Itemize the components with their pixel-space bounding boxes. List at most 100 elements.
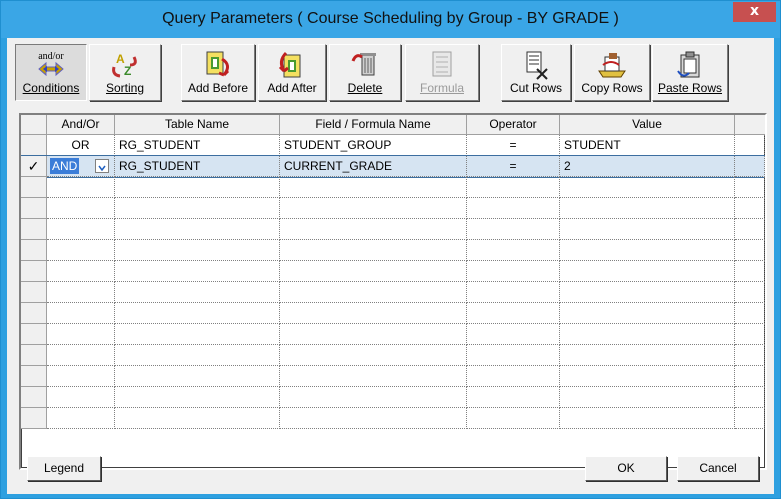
empty-cell[interactable] <box>735 219 765 240</box>
empty-cell[interactable] <box>280 261 467 282</box>
empty-cell[interactable] <box>115 219 280 240</box>
sorting-button[interactable]: A Z Sorting <box>89 44 161 101</box>
empty-cell[interactable] <box>115 387 280 408</box>
empty-table-row[interactable] <box>21 408 765 429</box>
empty-cell[interactable] <box>467 345 560 366</box>
empty-cell[interactable] <box>560 303 735 324</box>
value-cell[interactable]: 2 <box>560 156 735 177</box>
empty-cell[interactable] <box>735 303 765 324</box>
and-or-dropdown[interactable]: AND <box>47 156 115 177</box>
empty-table-row[interactable] <box>21 219 765 240</box>
empty-cell[interactable] <box>467 387 560 408</box>
empty-cell[interactable] <box>735 177 765 198</box>
empty-cell[interactable] <box>560 261 735 282</box>
table-name-cell[interactable]: RG_STUDENT <box>115 135 280 156</box>
empty-table-row[interactable] <box>21 324 765 345</box>
empty-cell[interactable] <box>467 198 560 219</box>
empty-table-row[interactable] <box>21 177 765 198</box>
row-selector[interactable] <box>21 303 47 324</box>
column-header-table-name[interactable]: Table Name <box>115 115 280 135</box>
empty-cell[interactable] <box>47 366 115 387</box>
empty-cell[interactable] <box>280 387 467 408</box>
empty-table-row[interactable] <box>21 345 765 366</box>
empty-cell[interactable] <box>280 240 467 261</box>
empty-cell[interactable] <box>735 282 765 303</box>
current-row-check-icon[interactable]: ✓ <box>21 156 47 177</box>
table-name-cell[interactable]: RG_STUDENT <box>115 156 280 177</box>
empty-cell[interactable] <box>280 303 467 324</box>
add-after-button[interactable]: Add After <box>258 44 326 101</box>
empty-table-row[interactable] <box>21 198 765 219</box>
conditions-grid[interactable]: And/Or Table Name Field / Formula Name O… <box>19 113 767 470</box>
conditions-button[interactable]: and/or Conditions <box>15 44 87 101</box>
empty-cell[interactable] <box>467 219 560 240</box>
empty-cell[interactable] <box>47 177 115 198</box>
empty-cell[interactable] <box>560 324 735 345</box>
empty-cell[interactable] <box>735 366 765 387</box>
empty-cell[interactable] <box>560 219 735 240</box>
empty-cell[interactable] <box>560 198 735 219</box>
row-selector[interactable] <box>21 177 47 198</box>
column-header-field-name[interactable]: Field / Formula Name <box>280 115 467 135</box>
column-header-value[interactable]: Value <box>560 115 735 135</box>
empty-cell[interactable] <box>280 345 467 366</box>
empty-cell[interactable] <box>47 408 115 429</box>
ok-button[interactable]: OK <box>585 456 667 481</box>
empty-cell[interactable] <box>115 261 280 282</box>
value-cell[interactable]: STUDENT <box>560 135 735 156</box>
empty-cell[interactable] <box>280 198 467 219</box>
empty-cell[interactable] <box>467 303 560 324</box>
empty-cell[interactable] <box>47 324 115 345</box>
formula-button[interactable]: Formula <box>405 44 479 101</box>
empty-cell[interactable] <box>115 324 280 345</box>
table-row-current[interactable]: ✓ AND RG_STUDENT CURRENT_GRADE = 2 <box>21 155 765 178</box>
field-name-cell[interactable]: STUDENT_GROUP <box>280 135 467 156</box>
empty-cell[interactable] <box>735 387 765 408</box>
empty-cell[interactable] <box>560 387 735 408</box>
empty-table-row[interactable] <box>21 303 765 324</box>
legend-button[interactable]: Legend <box>27 456 101 481</box>
row-selector[interactable] <box>21 240 47 261</box>
row-selector[interactable] <box>21 366 47 387</box>
empty-cell[interactable] <box>47 345 115 366</box>
empty-cell[interactable] <box>115 198 280 219</box>
copy-rows-button[interactable]: Copy Rows <box>574 44 650 101</box>
empty-cell[interactable] <box>735 240 765 261</box>
empty-cell[interactable] <box>280 177 467 198</box>
empty-cell[interactable] <box>467 261 560 282</box>
empty-cell[interactable] <box>47 282 115 303</box>
cut-rows-button[interactable]: Cut Rows <box>501 44 571 101</box>
empty-cell[interactable] <box>560 177 735 198</box>
empty-cell[interactable] <box>735 261 765 282</box>
empty-cell[interactable] <box>560 282 735 303</box>
empty-cell[interactable] <box>115 303 280 324</box>
title-bar[interactable]: Query Parameters ( Course Scheduling by … <box>1 1 780 38</box>
empty-cell[interactable] <box>115 282 280 303</box>
row-selector[interactable] <box>21 282 47 303</box>
empty-table-row[interactable] <box>21 387 765 408</box>
column-header-operator[interactable]: Operator <box>467 115 560 135</box>
empty-cell[interactable] <box>47 198 115 219</box>
empty-cell[interactable] <box>560 366 735 387</box>
empty-cell[interactable] <box>280 324 467 345</box>
empty-cell[interactable] <box>467 366 560 387</box>
row-selector[interactable] <box>21 345 47 366</box>
row-selector[interactable] <box>21 135 47 156</box>
empty-table-row[interactable] <box>21 366 765 387</box>
close-button[interactable]: x <box>733 2 776 22</box>
empty-cell[interactable] <box>280 282 467 303</box>
row-selector[interactable] <box>21 261 47 282</box>
empty-cell[interactable] <box>560 240 735 261</box>
empty-cell[interactable] <box>115 177 280 198</box>
column-header-and-or[interactable]: And/Or <box>47 115 115 135</box>
empty-cell[interactable] <box>735 408 765 429</box>
empty-table-row[interactable] <box>21 240 765 261</box>
empty-cell[interactable] <box>735 345 765 366</box>
empty-table-row[interactable] <box>21 261 765 282</box>
row-selector[interactable] <box>21 324 47 345</box>
empty-cell[interactable] <box>735 198 765 219</box>
empty-table-row[interactable] <box>21 282 765 303</box>
empty-cell[interactable] <box>467 282 560 303</box>
table-row[interactable]: OR RG_STUDENT STUDENT_GROUP = STUDENT <box>21 135 765 156</box>
paste-rows-button[interactable]: Paste Rows <box>652 44 728 101</box>
